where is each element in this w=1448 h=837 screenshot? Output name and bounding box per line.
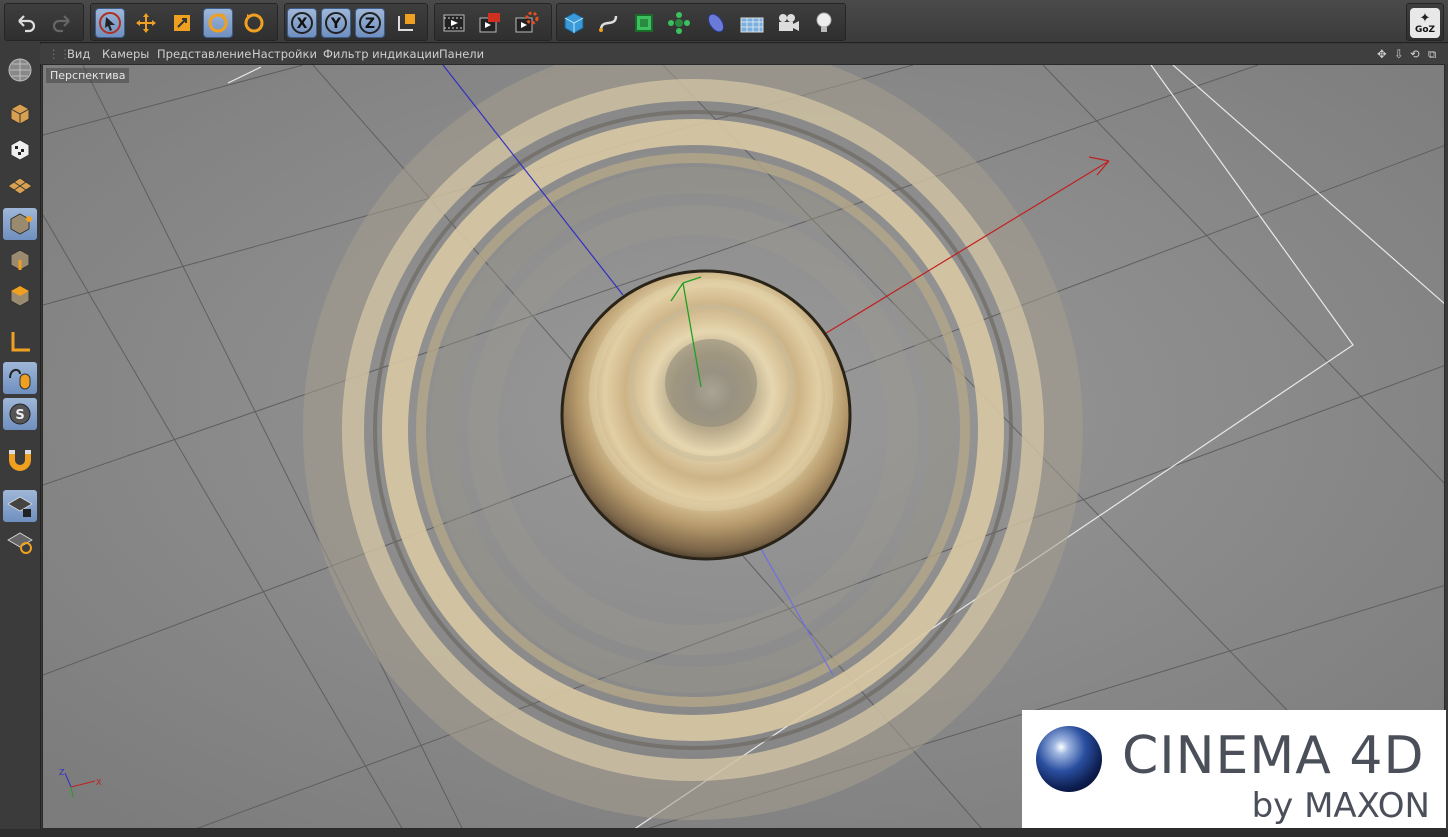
- menu-view[interactable]: Вид: [67, 47, 90, 61]
- deformer-icon[interactable]: [701, 8, 731, 38]
- floor-icon[interactable]: [737, 8, 767, 38]
- rotate-view-icon[interactable]: ⟲: [1410, 47, 1420, 61]
- goz-group: ✦ GoZ: [1406, 3, 1444, 41]
- workplane-icon[interactable]: [3, 170, 37, 202]
- cube-icon[interactable]: [559, 8, 589, 38]
- menu-cameras[interactable]: Камеры: [102, 47, 149, 61]
- rotate-last-icon[interactable]: [239, 8, 269, 38]
- model-mode-icon[interactable]: [3, 98, 37, 130]
- spline-pen-icon[interactable]: [594, 8, 624, 38]
- timeline-strip: [0, 829, 1448, 837]
- viewport-menu-bar: ⋮⋮ Вид Камеры Представление Настройки Фи…: [40, 44, 1448, 64]
- make-editable-icon[interactable]: [3, 54, 37, 86]
- rotate-icon[interactable]: [203, 8, 233, 38]
- menu-display[interactable]: Представление: [157, 47, 251, 61]
- maximize-view-icon[interactable]: ⧉: [1428, 47, 1436, 62]
- menu-panel[interactable]: Панели: [439, 47, 484, 61]
- objects-group: [556, 3, 846, 41]
- goz-button[interactable]: ✦ GoZ: [1410, 8, 1440, 38]
- goz-figure-icon: ✦: [1419, 10, 1431, 26]
- render-view-icon[interactable]: [439, 8, 469, 38]
- history-group: [4, 3, 84, 41]
- polygons-mode-icon[interactable]: [3, 280, 37, 312]
- render-picture-viewer-icon[interactable]: [475, 8, 505, 38]
- modelling-axis-icon[interactable]: [3, 526, 37, 558]
- axis-mode-icon[interactable]: [3, 326, 37, 358]
- texture-mode-icon[interactable]: [3, 134, 37, 166]
- edges-mode-icon[interactable]: [3, 244, 37, 276]
- main-toolbar: X Y Z ✦ GoZ: [0, 0, 1448, 43]
- world-coordinates-icon[interactable]: [391, 8, 421, 38]
- axis-lock-group: X Y Z: [284, 3, 428, 41]
- y-axis-label: Y: [330, 16, 342, 32]
- zoom-view-icon[interactable]: ⇩: [1394, 47, 1404, 61]
- gizmo-z-label: Z: [59, 768, 65, 777]
- planet-sphere: [560, 269, 852, 561]
- render-group: [434, 3, 552, 41]
- subdivision-icon[interactable]: [629, 8, 659, 38]
- tweak-mode-icon[interactable]: [3, 362, 37, 394]
- move-icon[interactable]: [131, 8, 161, 38]
- array-icon[interactable]: [664, 8, 694, 38]
- logo-subtitle: by MAXON: [1251, 786, 1430, 826]
- cinema4d-sphere-icon: [1036, 726, 1102, 792]
- viewport-label: Перспектива: [46, 68, 130, 83]
- magnet-icon[interactable]: [3, 444, 37, 476]
- cinema4d-logo: CINEMA 4D by MAXON: [1022, 710, 1446, 828]
- menu-filter[interactable]: Фильтр индикации: [323, 47, 439, 61]
- x-axis-lock[interactable]: X: [287, 8, 317, 38]
- render-settings-icon[interactable]: [511, 8, 541, 38]
- menu-options[interactable]: Настройки: [252, 47, 317, 61]
- undo-icon[interactable]: [11, 8, 41, 38]
- svg-text:S: S: [15, 408, 24, 423]
- transform-tools-group: [90, 3, 278, 41]
- select-icon[interactable]: [95, 8, 125, 38]
- lock-workplane-icon[interactable]: [3, 490, 37, 522]
- camera-icon[interactable]: [773, 8, 803, 38]
- light-icon[interactable]: [809, 8, 839, 38]
- pan-view-icon[interactable]: ✥: [1377, 47, 1387, 61]
- x-axis-label: X: [297, 16, 308, 32]
- z-axis-lock[interactable]: Z: [355, 8, 385, 38]
- logo-title: CINEMA 4D: [1122, 726, 1425, 786]
- y-axis-lock[interactable]: Y: [321, 8, 351, 38]
- goz-label: GoZ: [1414, 24, 1436, 35]
- left-mode-palette: S: [0, 42, 41, 837]
- scale-icon[interactable]: [167, 8, 197, 38]
- gizmo-x-label: X: [96, 778, 102, 787]
- redo-icon[interactable]: [47, 8, 77, 38]
- points-mode-icon[interactable]: [3, 208, 37, 240]
- z-axis-label: Z: [365, 16, 375, 32]
- snap-icon[interactable]: S: [3, 398, 37, 430]
